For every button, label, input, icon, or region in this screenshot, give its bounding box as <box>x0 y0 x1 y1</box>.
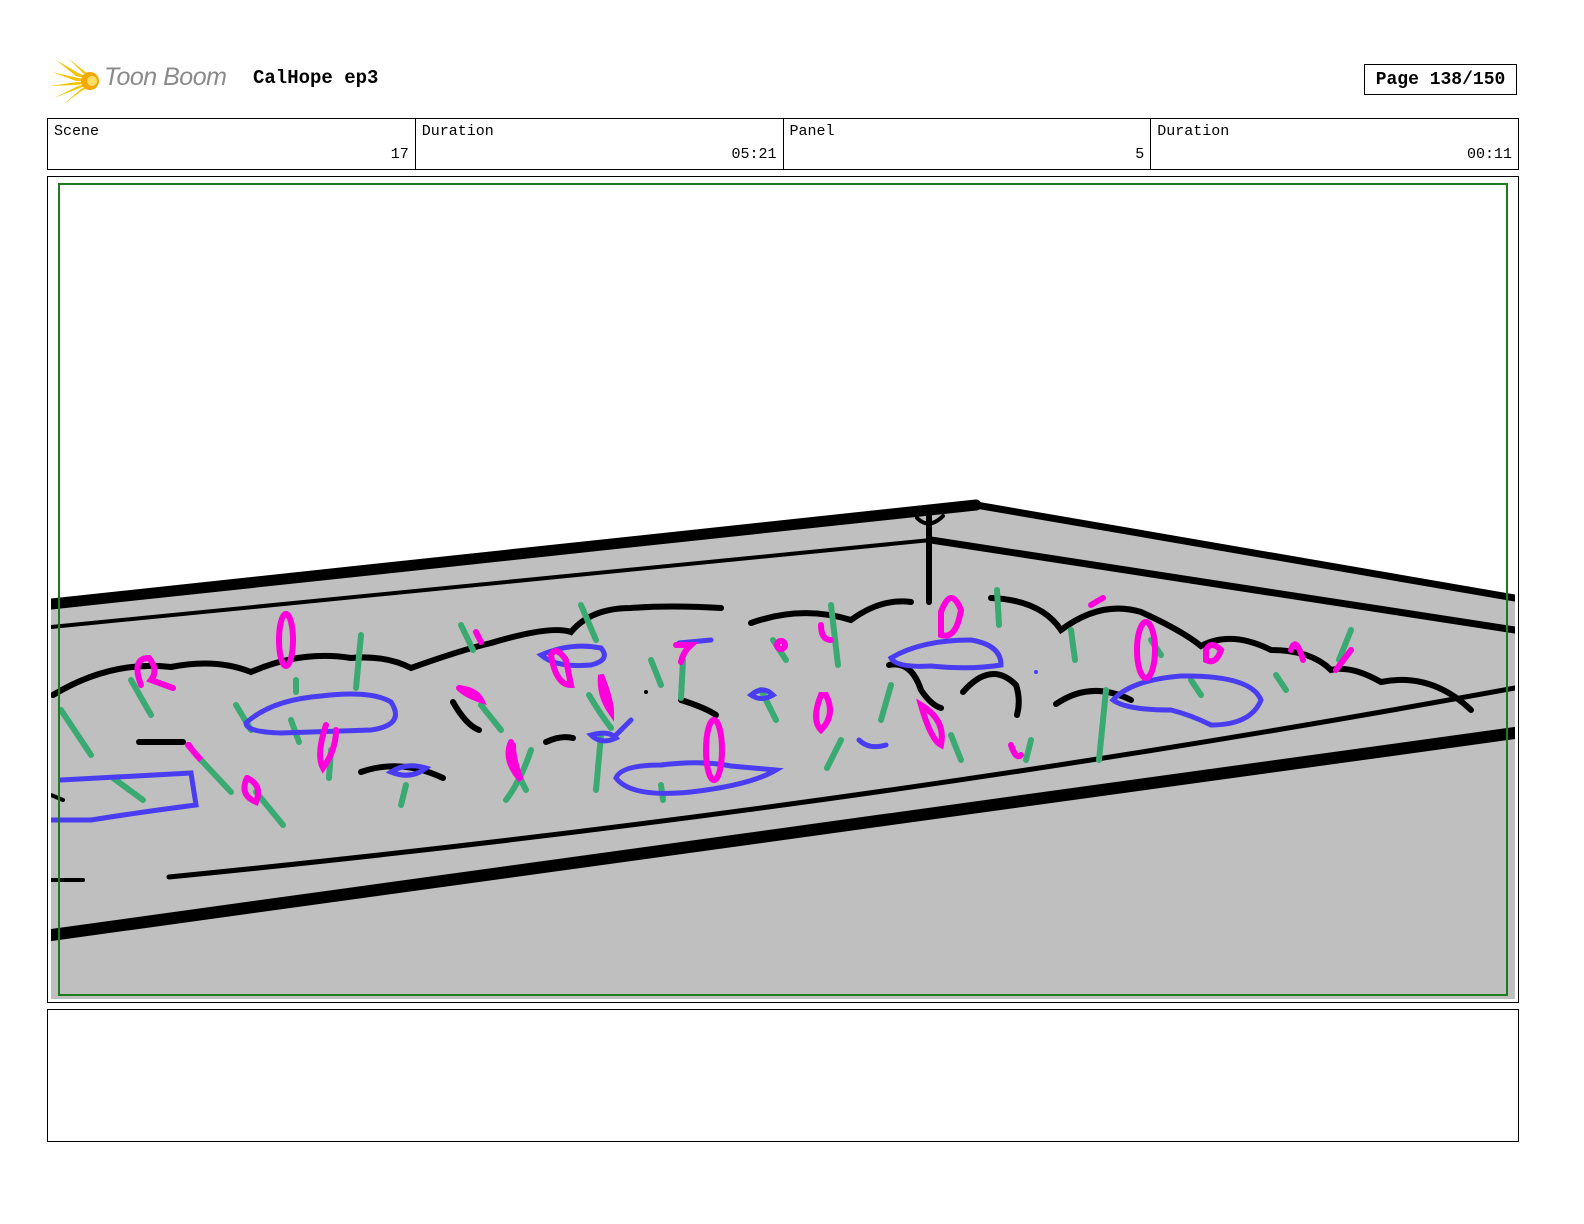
panel-label: Panel <box>789 123 835 140</box>
logo-text: Toon Boom <box>104 63 227 91</box>
scene-value: 17 <box>390 146 409 163</box>
scene-cell: Scene 17 <box>48 119 416 169</box>
pebble-dot <box>1034 670 1038 674</box>
panel-info-table: Scene 17 Duration 05:21 Panel 5 Duration… <box>47 118 1519 170</box>
panel-value: 5 <box>1135 146 1145 163</box>
panel-duration-cell: Duration 00:11 <box>1151 119 1518 169</box>
scene-duration-value: 05:21 <box>731 146 777 163</box>
panel-notes-box <box>47 1009 1519 1142</box>
project-title: CalHope ep3 <box>253 67 379 89</box>
page-number: Page 138/150 <box>1364 64 1517 95</box>
scene-duration-cell: Duration 05:21 <box>416 119 784 169</box>
storyboard-drawing <box>51 499 1515 999</box>
scene-label: Scene <box>54 123 100 140</box>
toon-boom-logo: Toon Boom <box>50 56 240 106</box>
starburst-icon <box>50 58 99 104</box>
panel-duration-value: 00:11 <box>1466 146 1512 163</box>
panel-duration-label: Duration <box>1157 123 1230 140</box>
scene-duration-label: Duration <box>421 123 494 140</box>
soil-speck <box>644 690 648 694</box>
panel-cell: Panel 5 <box>784 119 1152 169</box>
